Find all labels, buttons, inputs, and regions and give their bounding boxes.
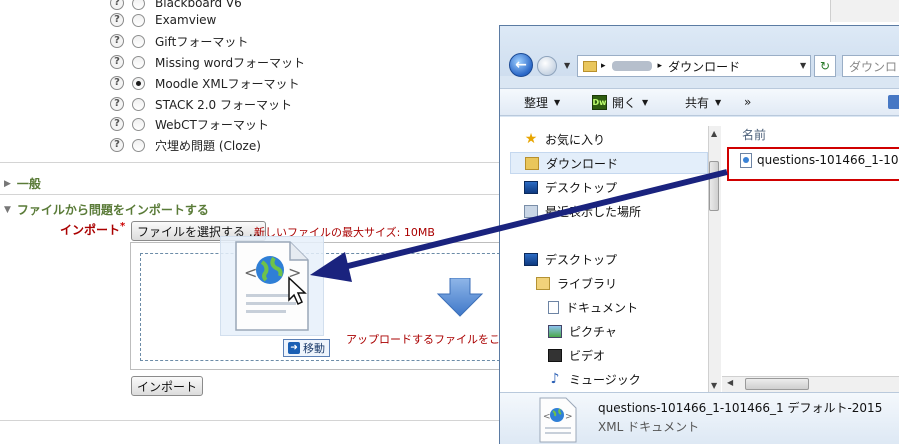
drag-direction-arrow [310, 169, 728, 282]
